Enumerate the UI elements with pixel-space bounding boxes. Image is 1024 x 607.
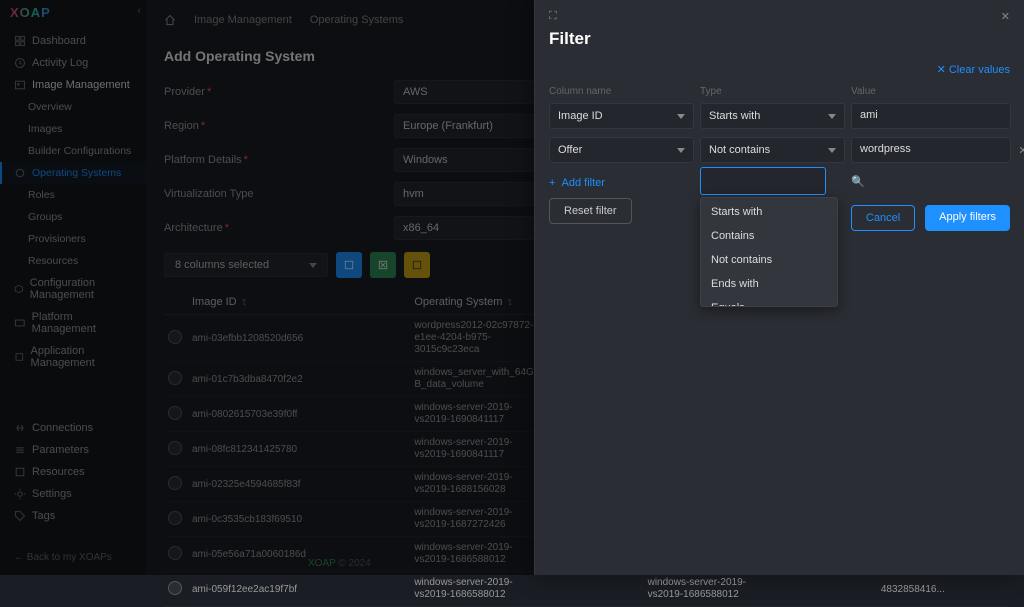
search-icon: 🔍: [851, 175, 865, 188]
filter2-column-select[interactable]: Offer: [549, 137, 694, 163]
filter1-value-input[interactable]: ami: [851, 103, 1011, 129]
close-icon[interactable]: ✕: [1001, 10, 1010, 23]
row-radio[interactable]: [168, 581, 182, 595]
dd-ends-with[interactable]: Ends with: [701, 272, 837, 296]
filter1-type-select[interactable]: Starts with: [700, 103, 845, 129]
filter2-type-select[interactable]: Not contains: [700, 137, 845, 163]
reset-filter-button[interactable]: Reset filter: [549, 198, 632, 224]
filter1-column-select[interactable]: Image ID: [549, 103, 694, 129]
chevron-down-icon: [677, 114, 685, 119]
expand-icon[interactable]: ⛶: [549, 10, 557, 23]
apply-filters-button[interactable]: Apply filters: [925, 205, 1010, 231]
cell-os: windows-server-2019-vs2019-1686588012: [414, 577, 534, 601]
filter2-remove-icon[interactable]: ✕: [1017, 144, 1024, 157]
filter-panel: ⛶ ✕ Filter ✕ Clear values Column name Ty…: [534, 0, 1024, 575]
filter-header-type: Type: [700, 86, 845, 97]
chevron-down-icon: [828, 114, 836, 119]
dd-contains[interactable]: Contains: [701, 224, 837, 248]
cell-image-id: ami-059f12ee2ac19f7bf: [188, 572, 410, 607]
filter-header-column: Column name: [549, 86, 694, 97]
table-row[interactable]: ami-059f12ee2ac19f7bfwindows-server-2019…: [164, 572, 1008, 607]
filter-type-dropdown: Starts with Contains Not contains Ends w…: [700, 197, 838, 307]
cell-publisher: 4832858416...: [877, 572, 1008, 607]
filter-title: Filter: [535, 23, 1024, 63]
filter2-value-input[interactable]: wordpress: [851, 137, 1011, 163]
dd-starts-with[interactable]: Starts with: [701, 200, 837, 224]
chevron-down-icon: [828, 148, 836, 153]
cell-offer: windows-server-2019-vs2019-1686588012: [648, 577, 768, 601]
add-filter-link[interactable]: + Add filter: [549, 177, 605, 189]
dd-equals[interactable]: Equals: [701, 296, 837, 307]
clear-values-link[interactable]: ✕ Clear values: [937, 64, 1010, 76]
filter-header-value: Value: [851, 86, 1011, 97]
dd-not-contains[interactable]: Not contains: [701, 248, 837, 272]
cancel-button[interactable]: Cancel: [851, 205, 915, 231]
chevron-down-icon: [677, 148, 685, 153]
filter-type-search-input[interactable]: 🔍: [700, 167, 826, 195]
